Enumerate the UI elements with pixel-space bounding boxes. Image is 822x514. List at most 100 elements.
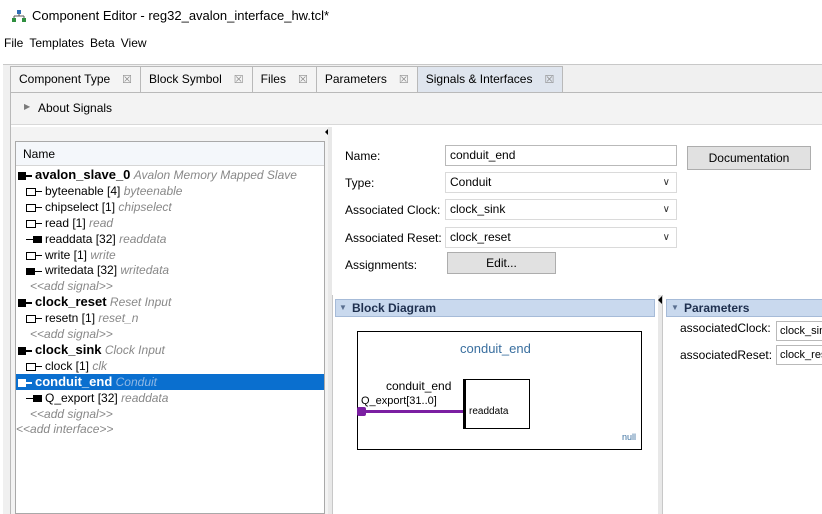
param-associated-reset-label: associatedReset: bbox=[680, 348, 773, 362]
collapse-triangle-icon[interactable]: ▼ bbox=[671, 303, 679, 312]
tab-component-type[interactable]: Component Type ☒ bbox=[10, 66, 142, 93]
documentation-button[interactable]: Documentation bbox=[687, 146, 811, 170]
tab-label: Block Symbol bbox=[149, 72, 222, 86]
about-signals-label[interactable]: About Signals bbox=[38, 101, 112, 115]
tree-row-name: Q_export [32] bbox=[45, 390, 118, 405]
tree-add-row[interactable]: <<add signal>> bbox=[30, 278, 113, 294]
menu-file[interactable]: File bbox=[4, 36, 23, 50]
tree-row-name: writedata [32] bbox=[45, 263, 118, 278]
tree-row-type: <<add interface>> bbox=[16, 422, 114, 437]
chevron-right-icon[interactable]: ▶ bbox=[24, 102, 30, 111]
tree-row-name: chipselect [1] bbox=[45, 199, 116, 214]
param-associated-reset-value[interactable]: clock_reset bbox=[776, 345, 822, 365]
param-associated-clock-value[interactable]: clock_sink bbox=[776, 321, 822, 341]
tree-signal-row[interactable]: write [1] write bbox=[26, 247, 116, 263]
tree-signal-row[interactable]: readdata [32] readdata bbox=[26, 231, 166, 247]
associated-clock-value: clock_sink bbox=[450, 202, 506, 216]
signal-inout-icon bbox=[26, 267, 42, 275]
tree-row-type: Avalon Memory Mapped Slave bbox=[133, 168, 297, 182]
interface-icon bbox=[18, 378, 32, 387]
close-icon[interactable]: ☒ bbox=[399, 74, 409, 86]
tree-row-name: clock_reset bbox=[35, 294, 107, 310]
tree-signal-row[interactable]: clock [1] clk bbox=[26, 358, 107, 374]
type-select[interactable]: Conduit ∨ bbox=[445, 172, 677, 193]
tab-bar: Component Type ☒ Block Symbol ☒ Files ☒ Parame… bbox=[10, 66, 564, 93]
signal-in-icon bbox=[26, 363, 42, 372]
name-input[interactable]: conduit_end bbox=[445, 145, 677, 166]
menu-templates[interactable]: Templates bbox=[29, 36, 84, 50]
component-name: conduit_end bbox=[460, 341, 531, 356]
interface-icon bbox=[18, 299, 32, 308]
tab-signals-interfaces[interactable]: Signals & Interfaces ☒ bbox=[416, 66, 564, 93]
tab-label: Signals & Interfaces bbox=[425, 72, 533, 86]
assignments-label: Assignments: bbox=[345, 258, 418, 272]
tab-files[interactable]: Files ☒ bbox=[251, 66, 317, 93]
tree-column-name[interactable]: Name bbox=[23, 147, 55, 161]
name-label: Name: bbox=[345, 149, 381, 163]
tree-add-row[interactable]: <<add signal>> bbox=[30, 406, 113, 422]
menu-bar: File Templates Beta View bbox=[0, 36, 149, 56]
tree-row-name: write [1] bbox=[45, 247, 88, 262]
signal-in-icon bbox=[26, 315, 42, 324]
signal-box bbox=[463, 379, 530, 429]
close-icon[interactable]: ☒ bbox=[122, 74, 132, 86]
tree-row-type: <<add signal>> bbox=[30, 406, 113, 421]
tree-row-name: byteenable [4] bbox=[45, 183, 121, 198]
tree-interface-row[interactable]: clock_reset Reset Input bbox=[18, 294, 171, 310]
tab-block-symbol[interactable]: Block Symbol ☒ bbox=[140, 66, 253, 93]
tree-row-name: clock_sink bbox=[35, 341, 102, 357]
tree-row-type: chipselect bbox=[118, 199, 172, 214]
associated-clock-select[interactable]: clock_sink ∨ bbox=[445, 199, 677, 220]
tree-row-type: Clock Input bbox=[104, 342, 165, 357]
tree-row-type: Conduit bbox=[115, 374, 157, 389]
tree-row-type: writedata bbox=[120, 263, 170, 278]
tree-signal-row[interactable]: resetn [1] reset_n bbox=[26, 310, 138, 326]
tab-parameters[interactable]: Parameters ☒ bbox=[315, 66, 418, 93]
tree-interface-row[interactable]: conduit_end Conduit bbox=[16, 373, 324, 390]
tree-signal-row[interactable]: read [1] read bbox=[26, 215, 113, 231]
close-icon[interactable]: ☒ bbox=[298, 74, 308, 86]
tree-add-row[interactable]: <<add interface>> bbox=[16, 421, 113, 437]
tab-label: Parameters bbox=[324, 72, 387, 86]
tree-signal-row[interactable]: byteenable [4] byteenable bbox=[26, 183, 182, 199]
tree-row-type: write bbox=[90, 247, 116, 262]
signal-in-icon bbox=[26, 204, 42, 213]
menu-beta[interactable]: Beta bbox=[90, 36, 115, 50]
chevron-down-icon[interactable]: ∨ bbox=[663, 228, 670, 247]
tree-row-name: resetn [1] bbox=[45, 311, 96, 326]
chevron-down-icon[interactable]: ∨ bbox=[663, 173, 670, 192]
tree-row-type: Reset Input bbox=[109, 295, 172, 310]
interface-label: conduit_end bbox=[386, 379, 452, 393]
tree-row-type: byteenable bbox=[123, 183, 183, 198]
edit-assignments-button[interactable]: Edit... bbox=[447, 252, 556, 274]
close-icon[interactable]: ☒ bbox=[234, 74, 244, 86]
signal-out-icon bbox=[26, 394, 42, 402]
interface-icon bbox=[18, 171, 32, 180]
associated-reset-label: Associated Reset: bbox=[345, 231, 442, 245]
port-connector-icon bbox=[357, 407, 366, 416]
menu-view[interactable]: View bbox=[121, 36, 147, 50]
about-signals-section[interactable] bbox=[11, 93, 822, 125]
tree-signal-row[interactable]: chipselect [1] chipselect bbox=[26, 199, 172, 215]
close-icon[interactable]: ☒ bbox=[544, 74, 554, 86]
tree-signal-row[interactable]: writedata [32] writedata bbox=[26, 262, 169, 278]
tree-header bbox=[16, 142, 324, 166]
collapse-triangle-icon[interactable]: ▼ bbox=[339, 303, 347, 312]
tree-signal-row[interactable]: Q_export [32] readdata bbox=[26, 390, 168, 406]
associated-reset-select[interactable]: clock_reset ∨ bbox=[445, 227, 677, 248]
tree-row-type: clk bbox=[92, 358, 108, 373]
tree-row-type: readdata bbox=[121, 390, 169, 405]
signal-out-icon bbox=[26, 235, 42, 243]
tree-row-name: readdata [32] bbox=[45, 231, 116, 246]
tree-row-type: read bbox=[89, 215, 114, 230]
tree-row-type: readdata bbox=[119, 231, 167, 246]
tree-interface-row[interactable]: avalon_slave_0 Avalon Memory Mapped Slav… bbox=[18, 167, 297, 183]
network-icon bbox=[12, 10, 26, 22]
chevron-down-icon[interactable]: ∨ bbox=[663, 200, 670, 219]
tree-row-type: <<add signal>> bbox=[30, 279, 113, 294]
tree-row-name: avalon_slave_0 bbox=[35, 167, 131, 182]
tree-row-name: read [1] bbox=[45, 215, 86, 230]
tree-add-row[interactable]: <<add signal>> bbox=[30, 326, 113, 342]
tree-interface-row[interactable]: clock_sink Clock Input bbox=[18, 342, 165, 358]
tree-row-type: <<add signal>> bbox=[30, 327, 113, 341]
